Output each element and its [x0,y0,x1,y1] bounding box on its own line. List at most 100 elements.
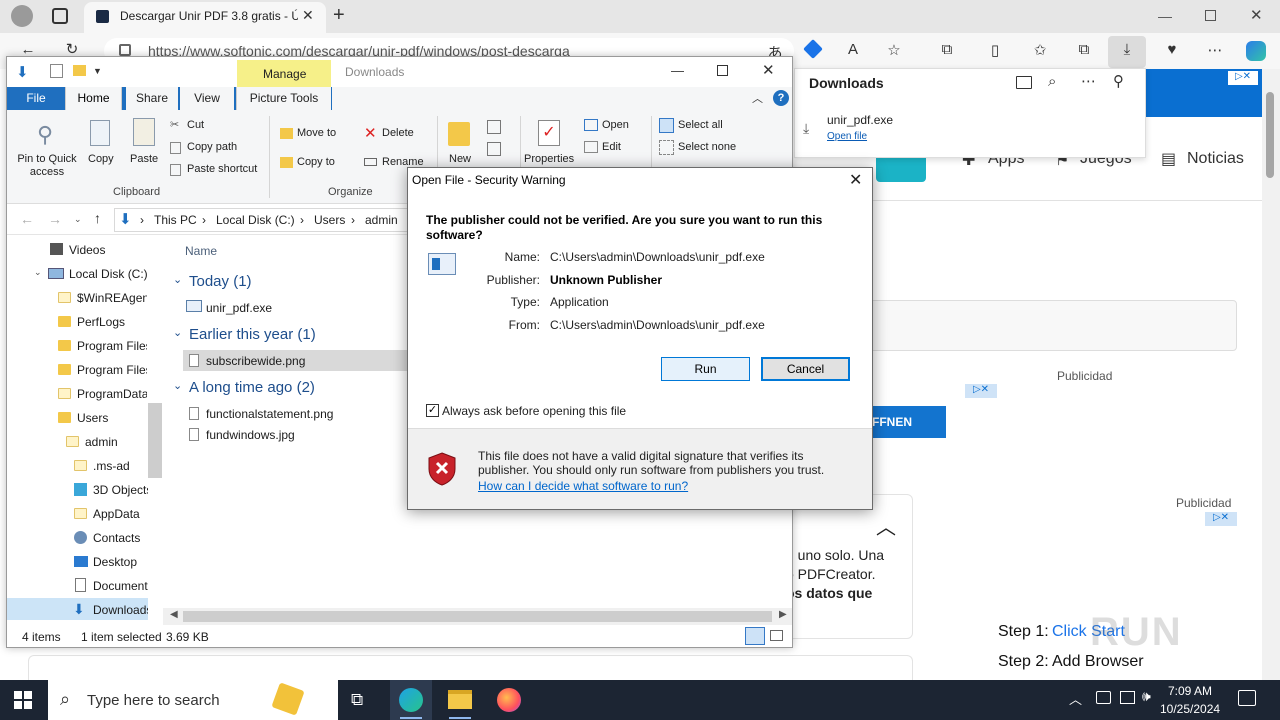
read-aloud-icon[interactable]: A [840,41,866,58]
explorer-maximize-icon[interactable] [717,65,728,76]
new-item-icon[interactable] [487,120,501,134]
clock-time[interactable]: 7:09 AM [1160,684,1220,698]
nav-item-videos[interactable]: Videos [69,243,149,257]
breadcrumb-admin[interactable]: admin [365,213,398,227]
select-all-button[interactable]: Select all [678,119,723,131]
nav-noticias[interactable]: Noticias [1187,150,1244,168]
new-folder-button[interactable]: New [449,153,471,165]
nav-up-icon[interactable]: ↑ [94,210,101,226]
tab-close-icon[interactable]: ✕ [302,7,314,24]
explorer-close-icon[interactable]: ✕ [762,61,775,79]
properties-qa-icon[interactable] [50,64,63,78]
paste-button[interactable]: Paste [130,153,158,165]
details-view-icon[interactable] [745,627,765,645]
always-ask-label[interactable]: Always ask before opening this file [442,404,626,418]
pin-quick-access-button[interactable]: Pin to Quick access [13,153,81,179]
dialog-close-icon[interactable]: ✕ [849,170,862,190]
column-header-name[interactable]: Name [185,244,217,258]
tab-actions-icon[interactable] [52,8,68,24]
notification-icon[interactable] [1238,690,1256,706]
ethernet-icon[interactable] [1120,691,1135,704]
page-scrollbar-thumb[interactable] [1266,92,1274,178]
delete-button[interactable]: Delete [382,127,414,139]
quick-access-icon[interactable]: ⬇ [16,63,29,81]
file-subscribewide-png[interactable]: subscribewide.png [206,354,305,368]
new-folder-qa-icon[interactable] [73,65,86,76]
show-hidden-icons[interactable]: ︿ [1069,689,1082,708]
group-earlier-this-year[interactable]: Earlier this year (1) [189,326,316,343]
network-icon[interactable] [1096,691,1111,704]
profile-icon[interactable] [11,5,33,27]
tab-file[interactable]: File [12,87,60,110]
nav-item-program-files[interactable]: Program Files [77,339,147,353]
favorites-icon[interactable]: ✩ [1027,41,1053,59]
open-button[interactable]: Open [602,119,629,131]
breadcrumb-local-disk[interactable]: Local Disk (C:) [216,213,295,227]
edit-button[interactable]: Edit [602,141,621,153]
start-button[interactable] [14,691,32,709]
group-today[interactable]: Today (1) [189,273,252,290]
search-box[interactable] [860,300,1237,351]
group-collapse-icon[interactable]: ⌄ [173,326,182,339]
lock-icon[interactable] [119,44,131,56]
move-to-button[interactable]: Move to [297,127,336,139]
download-file-name[interactable]: unir_pdf.exe [827,113,893,127]
group-collapse-icon[interactable]: ⌄ [173,379,182,392]
file-fundwindows-jpg[interactable]: fundwindows.jpg [206,428,295,442]
run-button[interactable]: Run [661,357,750,381]
performance-icon[interactable]: ♥ [1159,41,1185,58]
copy-path-button[interactable]: Copy path [187,141,237,153]
more-icon[interactable]: ⋯ [1202,41,1228,59]
tab-share[interactable]: Share [126,87,178,110]
open-file-link[interactable]: Open file [827,131,867,142]
group-collapse-icon[interactable]: ⌄ [173,273,182,286]
copilot-icon[interactable] [1246,41,1266,61]
ad-choices-icon-2[interactable]: ▷✕ [965,384,997,398]
downloads-more-icon[interactable]: ⋯ [1081,72,1096,90]
easy-access-icon[interactable] [487,142,501,156]
cancel-button[interactable]: Cancel [761,357,850,381]
clock-date[interactable]: 10/25/2024 [1160,702,1220,716]
nav-item-documents[interactable]: Documents [93,579,148,593]
favorite-icon[interactable]: ☆ [881,41,907,59]
ad-banner-button[interactable]: FFNEN [872,406,946,438]
extensions-icon[interactable]: ⧉ [934,41,960,58]
nav-item-contacts[interactable]: Contacts [93,531,148,545]
nav-item-users[interactable]: Users [77,411,157,425]
cut-button[interactable]: Cut [187,119,204,131]
ad-choices-icon[interactable]: ▷✕ [1228,71,1258,85]
minimize-icon[interactable]: — [1158,8,1172,24]
paste-shortcut-button[interactable]: Paste shortcut [187,163,257,175]
collections-icon[interactable]: ⧉ [1071,41,1097,58]
collapse-icon[interactable]: ︿ [876,511,896,540]
ribbon-collapse-icon[interactable]: ︿ [752,90,763,106]
firefox-taskbar-icon[interactable] [497,688,521,712]
scroll-left-icon[interactable]: ◀ [170,609,178,620]
select-none-button[interactable]: Select none [678,141,736,153]
group-long-time-ago[interactable]: A long time ago (2) [189,379,315,396]
nav-item-desktop[interactable]: Desktop [93,555,148,569]
customize-qa-icon[interactable]: ▼ [93,66,102,76]
pin-icon[interactable]: ⚲ [1113,72,1124,90]
copy-button[interactable]: Copy [88,153,114,165]
help-link[interactable]: How can I decide what software to run? [478,479,688,493]
tab-home[interactable]: Home [65,87,122,110]
recent-locations-icon[interactable]: ⌄ [74,214,82,225]
large-icons-view-icon[interactable] [770,630,783,641]
nav-item-3d-objects[interactable]: 3D Objects [93,483,148,497]
edge-taskbar-icon[interactable] [399,688,423,712]
tab-picture-tools[interactable]: Picture Tools [236,87,331,110]
nav-item-downloads[interactable]: Downloads [93,603,148,617]
file-explorer-taskbar-icon[interactable] [448,690,472,709]
nav-item-winreagent[interactable]: $WinREAgent [77,291,147,305]
split-screen-icon[interactable]: ▯ [982,41,1008,59]
nav-forward-icon[interactable]: → [48,211,62,227]
task-view-icon[interactable]: ⧉ [351,690,363,710]
nav-item-program-files-x86[interactable]: Program Files [77,363,147,377]
nav-item-ms-ad[interactable]: .ms-ad [93,459,148,473]
explorer-minimize-icon[interactable]: — [671,63,684,78]
search-placeholder[interactable]: Type here to search [87,692,220,709]
nav-item-perflogs[interactable]: PerfLogs [77,315,157,329]
file-unir-pdf-exe[interactable]: unir_pdf.exe [206,301,272,315]
nav-item-programdata[interactable]: ProgramData [77,387,147,401]
